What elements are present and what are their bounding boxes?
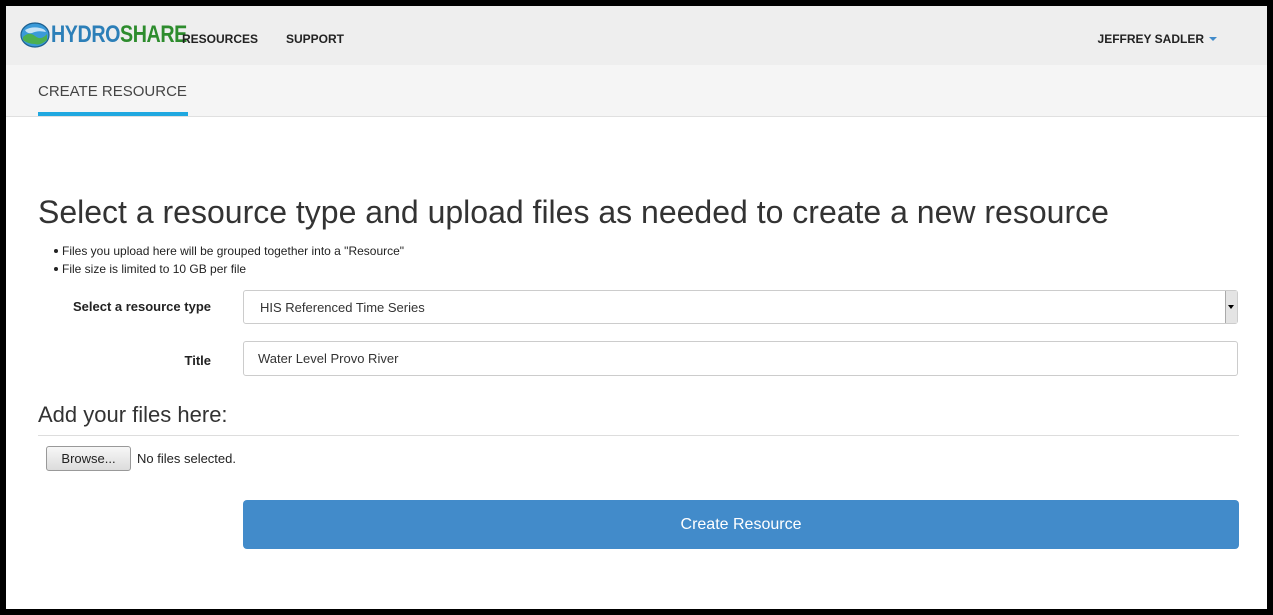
user-menu[interactable]: JEFFREY SADLER xyxy=(1098,32,1217,46)
title-input[interactable] xyxy=(243,341,1238,376)
title-label: Title xyxy=(184,353,212,368)
divider xyxy=(38,435,1239,436)
tab-create-resource[interactable]: CREATE RESOURCE xyxy=(38,83,187,100)
files-heading: Add your files here: xyxy=(38,402,228,427)
notes-list: Files you upload here will be grouped to… xyxy=(53,242,405,278)
sub-navbar: CREATE RESOURCE xyxy=(6,65,1267,117)
app-window: HYDROSHARE RESOURCES SUPPORT JEFFREY SAD… xyxy=(6,6,1267,609)
file-status-text: No files selected. xyxy=(137,451,236,466)
nav-support-link[interactable]: SUPPORT xyxy=(286,32,344,46)
resource-type-label: Select a resource type xyxy=(72,299,211,314)
globe-logo-icon xyxy=(20,22,50,48)
top-navbar: HYDROSHARE RESOURCES SUPPORT JEFFREY SAD… xyxy=(6,6,1267,65)
browse-button[interactable]: Browse... xyxy=(46,446,131,471)
list-item: File size is limited to 10 GB per file xyxy=(53,260,404,278)
create-resource-button[interactable]: Create Resource xyxy=(243,500,1239,549)
nav-resources-link[interactable]: RESOURCES xyxy=(182,32,258,46)
active-tab-indicator xyxy=(38,112,188,116)
logo-text-share: SHARE xyxy=(120,21,187,48)
logo-text-hydro: HYDRO xyxy=(51,21,121,48)
resource-type-selected-value: HIS Referenced Time Series xyxy=(260,300,425,315)
page-title: Select a resource type and upload files … xyxy=(38,194,1109,230)
dropdown-arrow-icon[interactable] xyxy=(1225,291,1237,323)
user-name: JEFFREY SADLER xyxy=(1097,32,1204,46)
logo-wordmark: HYDROSHARE xyxy=(51,22,187,48)
caret-down-icon xyxy=(1209,37,1217,41)
list-item: Files you upload here will be grouped to… xyxy=(53,244,405,258)
resource-type-select[interactable]: HIS Referenced Time Series xyxy=(243,290,1238,324)
